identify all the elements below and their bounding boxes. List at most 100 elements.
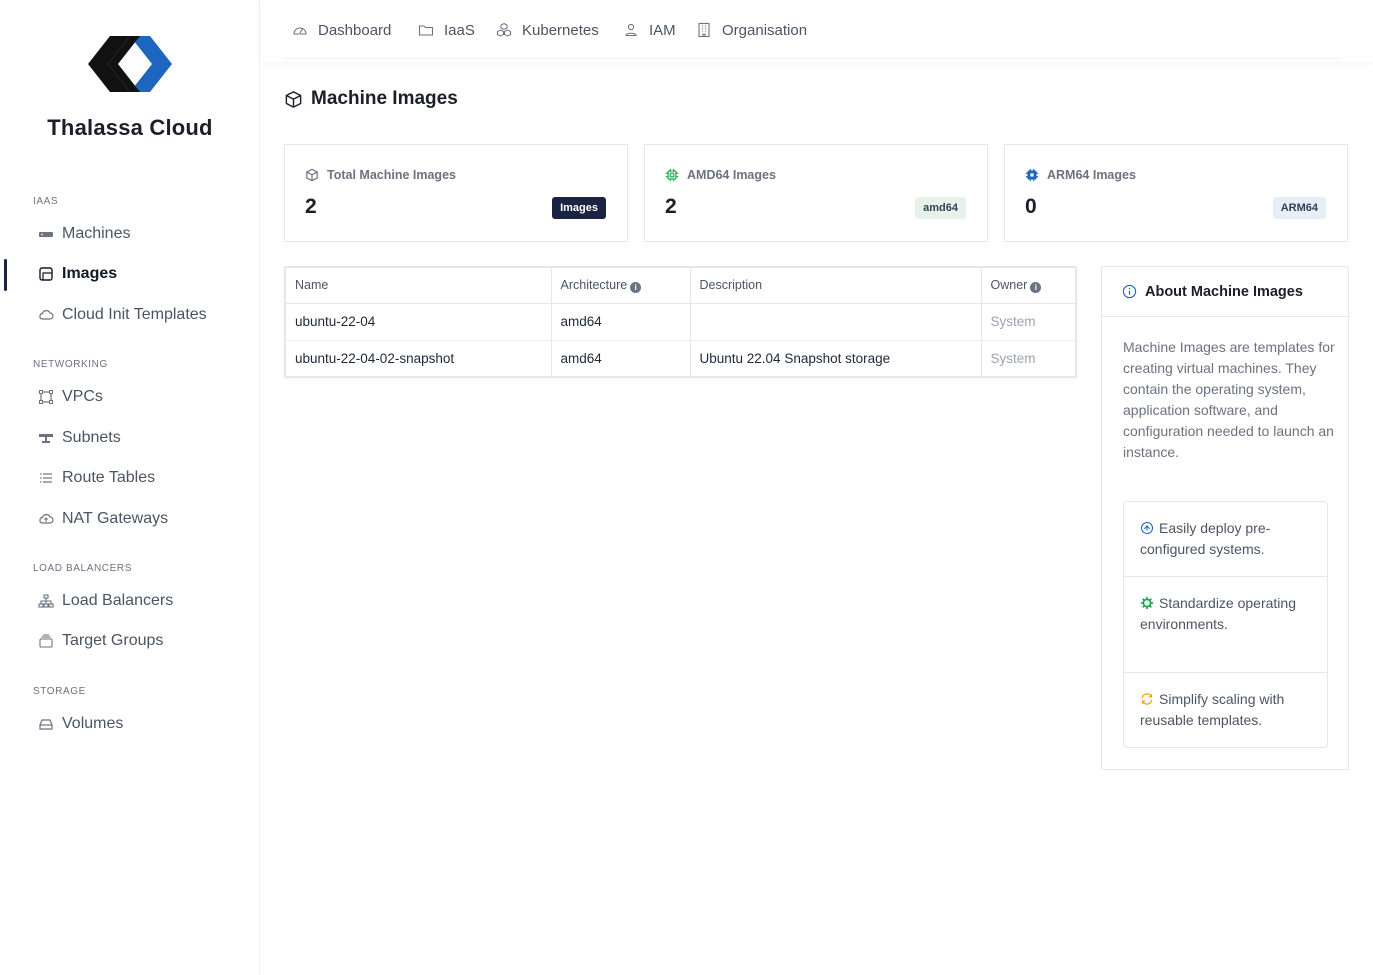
stat-label-text: ARM64 Images <box>1047 168 1136 182</box>
gear-icon <box>1140 596 1154 610</box>
nav-section-networking: NETWORKING <box>33 359 108 370</box>
sidebar-item-label: Route Tables <box>62 469 156 486</box>
chip-green-icon <box>665 168 679 182</box>
stat-label: Total Machine Images <box>305 168 456 182</box>
sidebar: Thalassa Cloud IAAS Machines Images Clou… <box>0 0 260 975</box>
info-circle-icon <box>1122 284 1137 299</box>
building-icon <box>698 22 710 38</box>
cloud-upload-icon <box>38 511 54 527</box>
stat-label-text: Total Machine Images <box>327 168 456 182</box>
sidebar-item-machines[interactable]: Machines <box>38 221 130 247</box>
sidebar-item-route-tables[interactable]: Route Tables <box>38 465 155 491</box>
box-icon <box>306 168 318 182</box>
topnav-label: IaaS <box>444 21 475 39</box>
cell-architecture: amd64 <box>551 303 691 341</box>
sidebar-item-label: Images <box>62 265 118 282</box>
nav-section-load-balancers: LOAD BALANCERS <box>33 563 132 574</box>
table-header-row: Name Architecture i Description Owner i <box>286 268 1075 304</box>
info-icon[interactable]: i <box>1030 281 1042 293</box>
stat-value: 2 <box>665 195 677 218</box>
page-title-text: Machine Images <box>311 88 458 109</box>
topnav-divider <box>283 58 1341 59</box>
cloud-icon <box>38 307 54 323</box>
sidebar-item-target-groups[interactable]: Target Groups <box>38 628 163 654</box>
column-header-description[interactable]: Description <box>690 268 982 304</box>
stat-label: AMD64 Images <box>665 168 776 182</box>
stat-badge: amd64 <box>915 197 966 219</box>
column-header-owner[interactable]: Owner i <box>981 268 1075 304</box>
topnav-label: Dashboard <box>318 21 392 39</box>
sidebar-item-label: VPCs <box>62 388 103 405</box>
feature-text: Easily deploy pre-configured systems. <box>1140 520 1271 557</box>
deploy-icon <box>1140 521 1154 535</box>
column-header-name[interactable]: Name <box>286 268 552 304</box>
sidebar-item-label: Target Groups <box>62 632 164 649</box>
stat-label-text: AMD64 Images <box>687 168 776 182</box>
topnav-item-kubernetes[interactable]: Kubernetes <box>496 19 599 41</box>
sidebar-item-nat-gateways[interactable]: NAT Gateways <box>38 506 168 532</box>
box-icon <box>285 90 302 108</box>
column-header-architecture[interactable]: Architecture i <box>551 268 691 304</box>
user-icon <box>625 23 637 37</box>
stat-value: 2 <box>305 195 317 218</box>
feature-item: Easily deploy pre-configured systems. <box>1124 518 1327 560</box>
brand-name: Thalassa Cloud <box>47 115 213 140</box>
info-icon[interactable]: i <box>630 281 642 293</box>
feature-list: Easily deploy pre-configured systems. St… <box>1123 501 1328 748</box>
top-navigation: Dashboard IaaS Kubernetes IAM Organisati… <box>261 0 1373 62</box>
stat-label: ARM64 Images <box>1025 168 1136 182</box>
sidebar-item-volumes[interactable]: Volumes <box>38 711 123 737</box>
cell-name[interactable]: ubuntu-22-04 <box>286 303 552 341</box>
stat-card-amd64: AMD64 Images 2 amd64 <box>644 144 988 242</box>
images-table: Name Architecture i Description Owner i ub… <box>284 266 1077 378</box>
table-row[interactable]: ubuntu-22-04-02-snapshot amd64 Ubuntu 22… <box>286 340 1075 377</box>
cell-description <box>690 303 982 341</box>
sidebar-item-vpcs[interactable]: VPCs <box>38 384 103 410</box>
topnav-label: Organisation <box>722 21 808 39</box>
about-description: Machine Images are templates for creatin… <box>1123 339 1335 460</box>
nav-section-iaas: IAAS <box>33 196 59 207</box>
folder-icon <box>418 25 434 36</box>
sidebar-item-label: Cloud Init Templates <box>62 306 207 323</box>
sidebar-item-load-balancers[interactable]: Load Balancers <box>38 588 173 614</box>
header-label: Owner <box>990 277 1028 292</box>
cell-owner: System <box>981 303 1075 341</box>
sidebar-item-label: Subnets <box>62 429 121 446</box>
feature-text: Standardize operating environments. <box>1140 595 1296 632</box>
topnav-item-organisation[interactable]: Organisation <box>696 19 807 41</box>
gauge-icon <box>293 27 307 35</box>
image-icon <box>38 266 54 282</box>
feature-item: Standardize operating environments. <box>1124 593 1327 635</box>
cell-name[interactable]: ubuntu-22-04-02-snapshot <box>286 340 552 377</box>
cell-description: Ubuntu 22.04 Snapshot storage <box>690 340 982 377</box>
refresh-icon <box>1141 693 1153 705</box>
stat-card-arm64: ARM64 Images 0 ARM64 <box>1004 144 1348 242</box>
table-row[interactable]: ubuntu-22-04 amd64 System <box>286 303 1075 341</box>
divider <box>1124 672 1327 673</box>
stat-value: 0 <box>1025 195 1037 218</box>
cell-owner: System <box>990 351 1036 367</box>
stat-card-total: Total Machine Images 2 Images <box>284 144 628 242</box>
header-label: Description <box>699 278 763 293</box>
stat-badge: ARM64 <box>1272 197 1326 219</box>
drive-icon <box>38 716 54 732</box>
stack-icon <box>38 633 54 649</box>
sidebar-item-cloud-init-templates[interactable]: Cloud Init Templates <box>38 302 207 328</box>
sidebar-item-label: NAT Gateways <box>62 510 169 527</box>
topnav-item-iaas[interactable]: IaaS <box>418 19 475 41</box>
sidebar-item-subnets[interactable]: Subnets <box>38 425 121 451</box>
feature-text: Simplify scaling with reusable templates… <box>1140 691 1285 728</box>
header-label: Architecture <box>560 277 628 292</box>
cubes-icon <box>497 22 511 37</box>
topnav-item-dashboard[interactable]: Dashboard <box>292 19 391 41</box>
divider <box>1124 576 1327 577</box>
nav-section-storage: STORAGE <box>33 686 86 697</box>
sidebar-item-label: Volumes <box>62 715 124 732</box>
sidebar-item-images[interactable]: Images <box>38 261 117 287</box>
server-icon <box>38 226 54 242</box>
subnet-icon <box>38 430 54 446</box>
thalassa-logo-icon[interactable] <box>88 34 172 94</box>
topnav-item-iam[interactable]: IAM <box>623 19 676 41</box>
about-panel-title: About Machine Images <box>1145 283 1303 300</box>
about-panel-header: About Machine Images <box>1102 267 1348 317</box>
